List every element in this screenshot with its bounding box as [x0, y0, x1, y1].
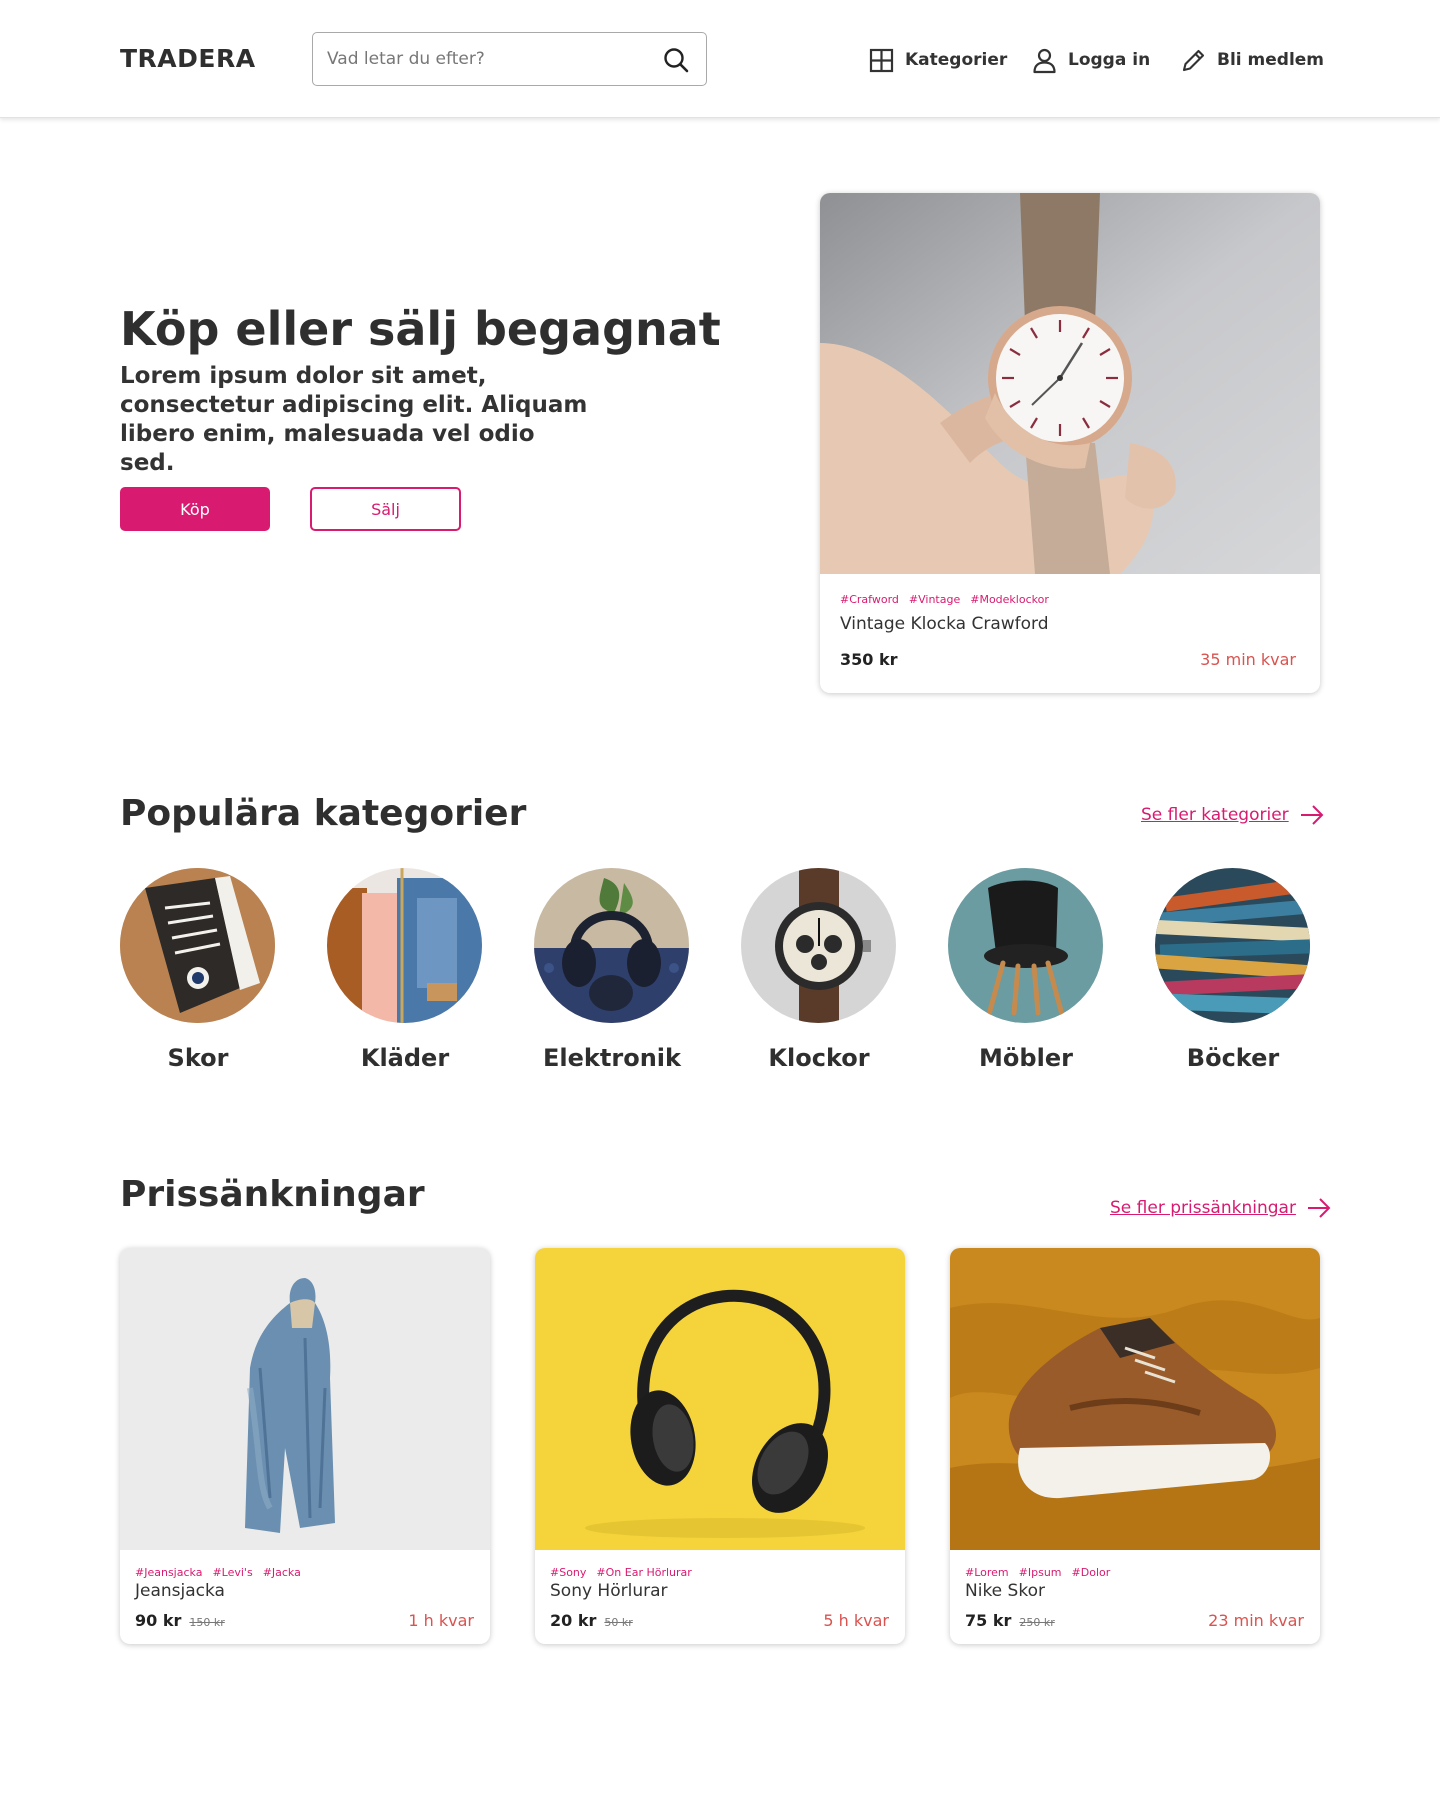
- top-header: TRADERA Kategorier Logga in Bli medlem: [0, 0, 1440, 118]
- tradera-logo[interactable]: TRADERA: [120, 44, 256, 73]
- tag[interactable]: #Levi's: [212, 1566, 252, 1579]
- deal-card-jeansjacka[interactable]: #Jeansjacka #Levi's #Jacka Jeansjacka 90…: [120, 1248, 490, 1644]
- tag[interactable]: #Ipsum: [1019, 1566, 1062, 1579]
- deal-current-price: 20 kr: [550, 1611, 597, 1630]
- deal-time-left: 23 min kvar: [1208, 1611, 1304, 1630]
- tag[interactable]: #Dolor: [1072, 1566, 1111, 1579]
- buy-button[interactable]: Köp: [120, 487, 270, 531]
- tag[interactable]: #Jacka: [263, 1566, 301, 1579]
- denim-jacket-image: [120, 1248, 490, 1550]
- headphones-product-image: [535, 1248, 905, 1550]
- nav-login-label: Logga in: [1068, 50, 1151, 70]
- tag[interactable]: #On Ear Hörlurar: [596, 1566, 691, 1579]
- featured-price: 350 kr: [840, 650, 898, 669]
- search-input[interactable]: [327, 45, 647, 73]
- deal-tags: #Jeansjacka #Levi's #Jacka: [135, 1566, 301, 1579]
- tag[interactable]: #Jeansjacka: [135, 1566, 202, 1579]
- category-label: Elektronik: [543, 1044, 681, 1072]
- category-label: Kläder: [360, 1044, 450, 1072]
- deal-title: Jeansjacka: [135, 1581, 225, 1601]
- grid-icon: [869, 48, 894, 72]
- see-more-categories-label: Se fler kategorier: [1141, 805, 1289, 825]
- featured-tags: #Crafword #Vintage #Modeklockor: [840, 593, 1049, 606]
- deal-price: 90 kr 150 kr: [135, 1611, 225, 1630]
- category-label: Möbler: [979, 1044, 1073, 1072]
- see-more-deals-label: Se fler prissänkningar: [1110, 1198, 1296, 1218]
- see-more-categories-link[interactable]: Se fler kategorier: [1141, 804, 1325, 826]
- deal-card-nike-skor[interactable]: #Lorem #Ipsum #Dolor Nike Skor 75 kr 250 …: [950, 1248, 1320, 1644]
- deal-tags: #Lorem #Ipsum #Dolor: [965, 1566, 1110, 1579]
- arrow-right-icon: [1307, 1198, 1331, 1218]
- category-label: Böcker: [1186, 1044, 1280, 1072]
- headphones-photo-icon: [534, 868, 689, 1023]
- category-klockor[interactable]: Klockor: [728, 868, 898, 1088]
- category-klader[interactable]: Kläder: [314, 868, 484, 1088]
- shoe-photo-icon: [120, 868, 275, 1023]
- deal-old-price: 250 kr: [1019, 1616, 1055, 1629]
- deal-old-price: 50 kr: [604, 1616, 633, 1629]
- watch-photo-icon: [741, 868, 896, 1023]
- deal-title: Nike Skor: [965, 1581, 1045, 1601]
- tag[interactable]: #Vintage: [909, 593, 960, 606]
- deal-price: 20 kr 50 kr: [550, 1611, 633, 1630]
- deal-current-price: 75 kr: [965, 1611, 1012, 1630]
- hero-subtitle: Lorem ipsum dolor sit amet, consectetur …: [120, 363, 588, 476]
- deal-time-left: 5 h kvar: [823, 1611, 889, 1630]
- books-photo-icon: [1155, 868, 1310, 1023]
- deal-old-price: 150 kr: [189, 1616, 225, 1629]
- tag[interactable]: #Modeklockor: [970, 593, 1049, 606]
- deal-current-price: 90 kr: [135, 1611, 182, 1630]
- chair-photo-icon: [948, 868, 1103, 1023]
- sell-button[interactable]: Sälj: [310, 487, 461, 531]
- category-mobler[interactable]: Möbler: [935, 868, 1105, 1088]
- featured-time-left: 35 min kvar: [1200, 650, 1296, 669]
- nav-register-label: Bli medlem: [1217, 50, 1325, 70]
- category-bocker[interactable]: Böcker: [1142, 868, 1312, 1088]
- hero-title: Köp eller sälj begagnat: [120, 302, 721, 356]
- category-skor[interactable]: Skor: [107, 868, 277, 1088]
- watch-product-image: [820, 193, 1320, 574]
- deal-title: Sony Hörlurar: [550, 1581, 668, 1601]
- pencil-icon: [1182, 49, 1205, 71]
- deal-time-left: 1 h kvar: [408, 1611, 474, 1630]
- nav-categories[interactable]: Kategorier: [868, 46, 1007, 74]
- deal-price: 75 kr 250 kr: [965, 1611, 1055, 1630]
- category-elektronik[interactable]: Elektronik: [521, 868, 691, 1088]
- category-label: Skor: [167, 1044, 229, 1072]
- sneaker-product-image: [950, 1248, 1320, 1550]
- deal-tags: #Sony #On Ear Hörlurar: [550, 1566, 692, 1579]
- see-more-deals-link[interactable]: Se fler prissänkningar: [1110, 1197, 1332, 1219]
- tag[interactable]: #Sony: [550, 1566, 586, 1579]
- search-box[interactable]: [312, 32, 707, 86]
- tag[interactable]: #Lorem: [965, 1566, 1009, 1579]
- featured-product-card[interactable]: #Crafword #Vintage #Modeklockor Vintage …: [820, 193, 1320, 693]
- deal-card-sony-horlurar[interactable]: #Sony #On Ear Hörlurar Sony Hörlurar 20 …: [535, 1248, 905, 1644]
- featured-title: Vintage Klocka Crawford: [840, 614, 1049, 634]
- clothes-photo-icon: [327, 868, 482, 1023]
- tag[interactable]: #Crafword: [840, 593, 899, 606]
- categories-title: Populära kategorier: [120, 793, 527, 834]
- nav-login[interactable]: Logga in: [1031, 46, 1150, 74]
- search-icon[interactable]: [662, 46, 690, 74]
- category-label: Klockor: [768, 1044, 870, 1072]
- nav-categories-label: Kategorier: [905, 50, 1008, 70]
- arrow-right-icon: [1300, 805, 1324, 825]
- nav-register[interactable]: Bli medlem: [1180, 46, 1324, 74]
- deals-title: Prissänkningar: [120, 1174, 425, 1215]
- user-icon: [1033, 48, 1056, 73]
